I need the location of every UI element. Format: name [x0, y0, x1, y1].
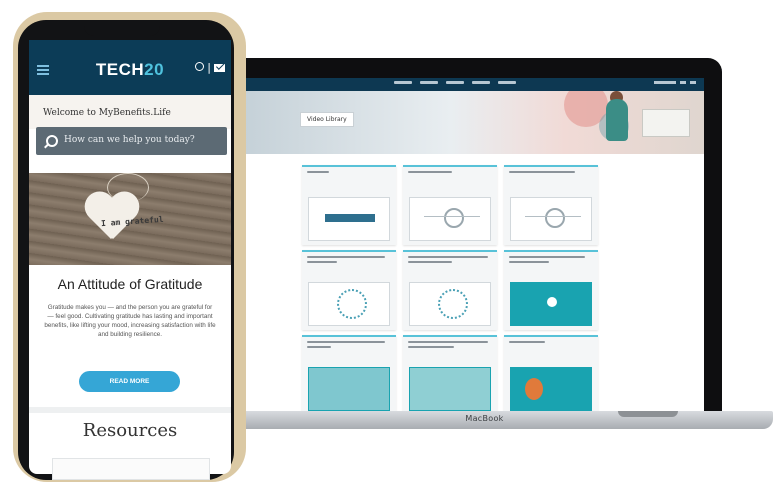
video-thumbnail[interactable] — [409, 197, 491, 241]
video-thumbnail[interactable] — [510, 367, 592, 411]
site-nav-utilities[interactable] — [654, 81, 696, 84]
video-thumbnail[interactable] — [308, 197, 390, 241]
phone-notch — [84, 22, 160, 36]
resources-heading: Resources — [82, 420, 178, 441]
welcome-text: Welcome to MyBenefits.Life — [43, 108, 171, 118]
search-icon[interactable] — [195, 62, 205, 71]
video-card[interactable] — [302, 250, 396, 330]
welcome-banner: Welcome to MyBenefits.Life — [29, 95, 231, 129]
app-header: TECH20 | — [29, 40, 231, 95]
search-icon — [46, 135, 58, 147]
video-card[interactable] — [403, 250, 497, 330]
video-card[interactable] — [504, 165, 598, 245]
video-card[interactable] — [302, 335, 396, 411]
section-divider — [29, 407, 231, 413]
video-library-label: Video Library — [300, 112, 354, 127]
video-card[interactable] — [504, 250, 598, 330]
hero-person-image — [606, 99, 628, 141]
video-thumbnail[interactable] — [510, 282, 592, 326]
gratitude-heart-image: I am grateful — [29, 173, 231, 265]
article-title: An Attitude of Gratitude — [57, 276, 203, 292]
laptop-brand-label: MacBook — [465, 414, 504, 423]
search-placeholder: How can we help you today? — [64, 135, 195, 145]
site-nav — [244, 78, 704, 91]
video-card[interactable] — [504, 335, 598, 411]
read-more-button[interactable]: READ MORE — [79, 371, 180, 392]
video-grid — [302, 165, 602, 411]
video-thumbnail[interactable] — [409, 367, 491, 411]
site-nav-links[interactable] — [394, 81, 516, 84]
video-thumbnail[interactable] — [510, 197, 592, 241]
video-thumbnail[interactable] — [308, 367, 390, 411]
video-card[interactable] — [302, 165, 396, 245]
resource-card[interactable] — [52, 458, 210, 480]
search-input[interactable]: How can we help you today? — [36, 127, 227, 155]
video-card[interactable] — [403, 335, 497, 411]
site-hero-banner: Video Library — [244, 91, 704, 154]
video-thumbnail[interactable] — [409, 282, 491, 326]
laptop-display: Video Library — [244, 78, 704, 411]
laptop-base: MacBook — [196, 411, 773, 429]
mail-icon[interactable] — [214, 63, 225, 72]
video-thumbnail[interactable] — [308, 282, 390, 326]
whiteboard-image — [642, 109, 690, 137]
header-separator: | — [207, 61, 211, 74]
article-body: Gratitude makes you — and the person you… — [44, 304, 216, 338]
video-card[interactable] — [403, 165, 497, 245]
